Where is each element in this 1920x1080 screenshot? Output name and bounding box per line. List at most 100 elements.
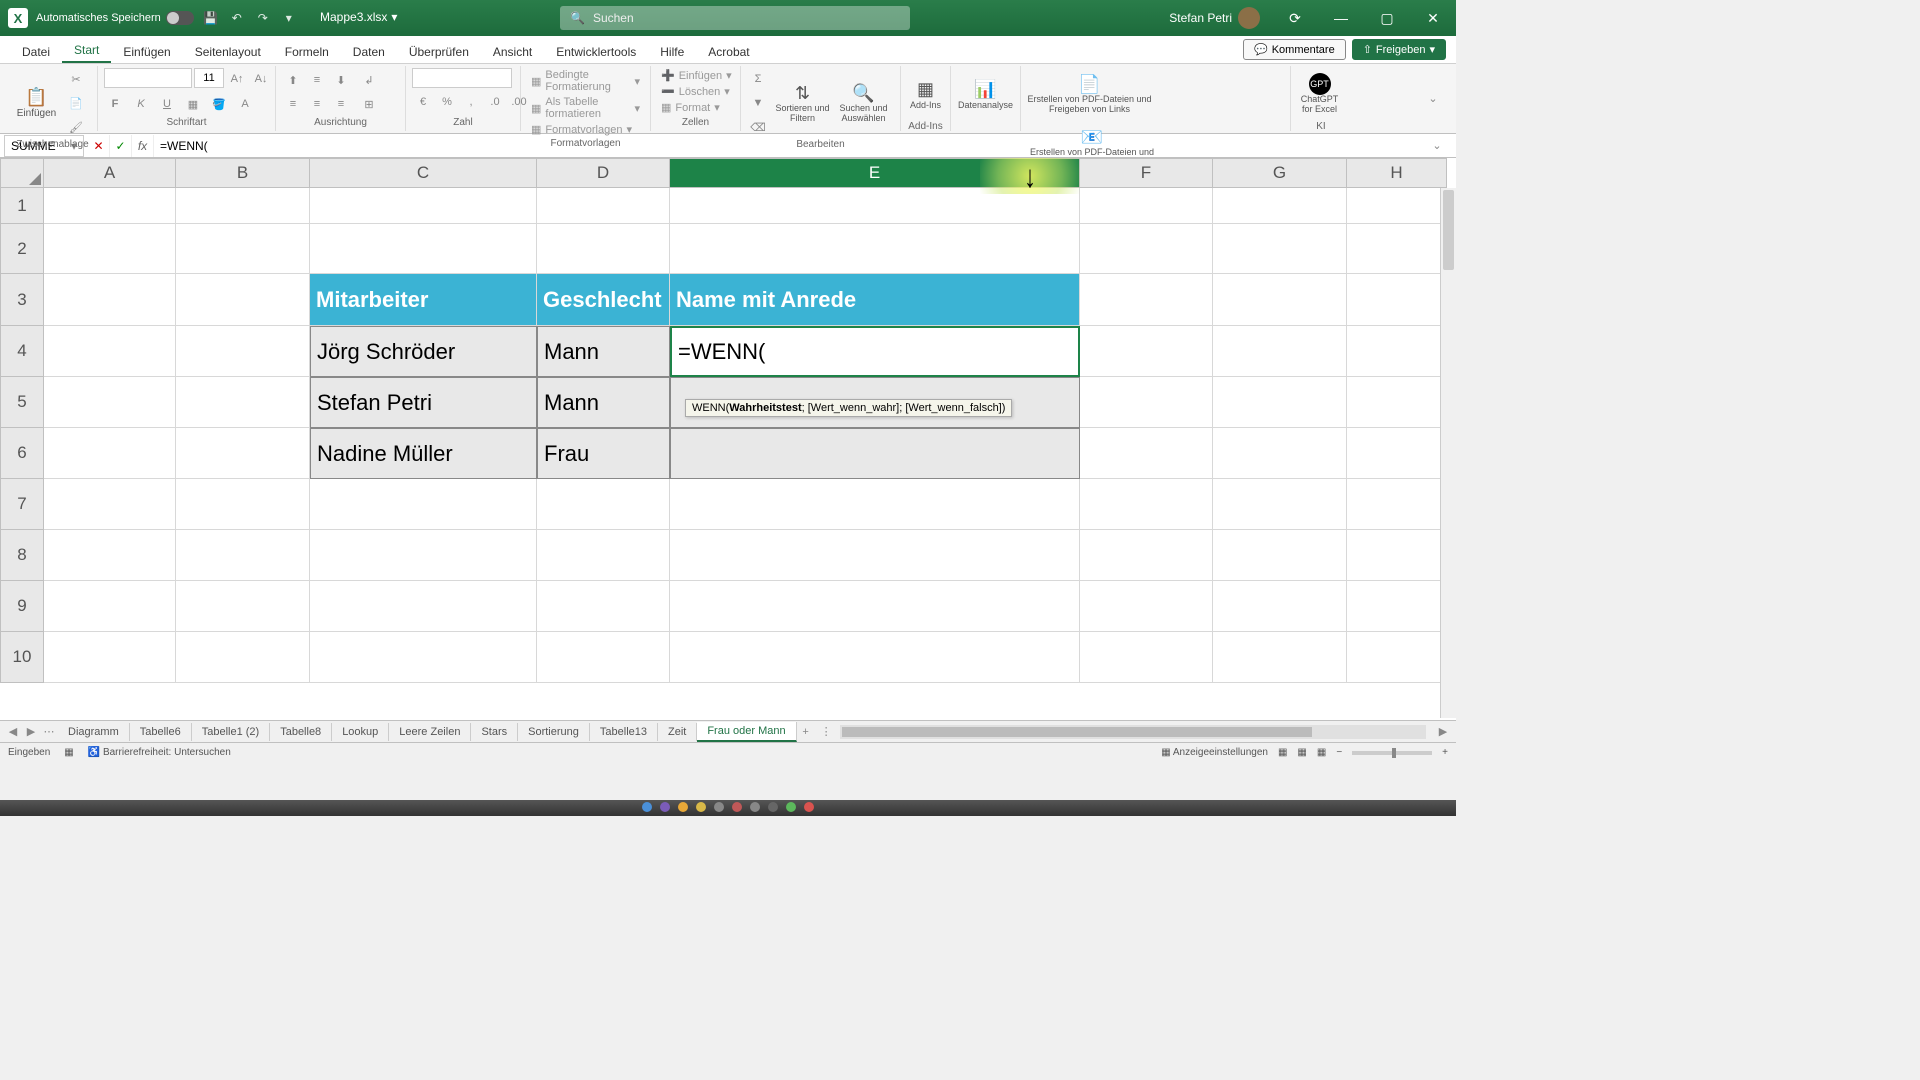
sheet-tab-active[interactable]: Frau oder Mann xyxy=(697,722,796,742)
filename-label[interactable]: Mappe3.xlsx▾ xyxy=(320,10,397,24)
qat-more-icon[interactable]: ▾ xyxy=(280,9,298,27)
addins-button[interactable]: ▦Add-Ins xyxy=(907,68,944,120)
conditional-format-button[interactable]: ▦ Bedingte Formatierung ▾ xyxy=(527,68,644,94)
tab-hilfe[interactable]: Hilfe xyxy=(648,39,696,63)
fill-color-icon[interactable]: 🪣 xyxy=(208,93,230,115)
sort-filter-button[interactable]: ⇅Sortieren und Filtern xyxy=(775,77,830,129)
row-header-7[interactable]: 7 xyxy=(0,479,44,530)
search-input[interactable]: 🔍 Suchen xyxy=(560,6,910,30)
font-size-combo[interactable] xyxy=(194,68,224,88)
sheet-tab[interactable]: Tabelle13 xyxy=(590,723,658,741)
sheet-tab[interactable]: Lookup xyxy=(332,723,389,741)
collapse-ribbon-icon[interactable]: ⌄ xyxy=(1422,88,1444,110)
cell-e4-editing[interactable]: =WENN( xyxy=(670,326,1080,377)
fx-icon[interactable]: fx xyxy=(132,135,154,157)
sheet-tab[interactable]: Leere Zeilen xyxy=(389,723,471,741)
row-header-2[interactable]: 2 xyxy=(0,224,44,274)
freigeben-button[interactable]: ⇧ Freigeben ▾ xyxy=(1352,39,1446,60)
table-header-geschlecht[interactable]: Geschlecht xyxy=(537,274,670,326)
sheet-nav-prev[interactable]: ◀ xyxy=(4,725,22,738)
row-header-5[interactable]: 5 xyxy=(0,377,44,428)
row-header-1[interactable]: 1 xyxy=(0,188,44,224)
zoom-slider[interactable] xyxy=(1352,751,1432,755)
cell-d5[interactable]: Mann xyxy=(537,377,670,428)
redo-icon[interactable]: ↷ xyxy=(254,9,272,27)
add-sheet-button[interactable]: + xyxy=(797,726,815,738)
sync-icon[interactable]: ⟳ xyxy=(1272,0,1318,36)
align-bottom-icon[interactable]: ⬇ xyxy=(330,69,352,91)
comma-icon[interactable]: , xyxy=(460,91,482,113)
cell-d4[interactable]: Mann xyxy=(537,326,670,377)
row-header-10[interactable]: 10 xyxy=(0,632,44,683)
vertical-scrollbar[interactable] xyxy=(1440,188,1456,718)
cell-d6[interactable]: Frau xyxy=(537,428,670,479)
paste-button[interactable]: 📋Einfügen xyxy=(14,77,59,129)
sheet-tab[interactable]: Tabelle6 xyxy=(130,723,192,741)
clear-icon[interactable]: ⌫ xyxy=(747,116,769,138)
underline-button[interactable]: U xyxy=(156,93,178,115)
spreadsheet-grid[interactable]: ↓ A B C D E F G H 1 2 3MitarbeiterGeschl… xyxy=(0,158,1456,720)
table-header-mitarbeiter[interactable]: Mitarbeiter xyxy=(310,274,537,326)
sheet-tab[interactable]: Sortierung xyxy=(518,723,590,741)
cell-e6[interactable] xyxy=(670,428,1080,479)
col-header-a[interactable]: A xyxy=(44,158,176,188)
number-format-combo[interactable] xyxy=(412,68,512,88)
pdf-links-button[interactable]: 📄Erstellen von PDF-Dateien und Freigeben… xyxy=(1027,68,1152,120)
sheet-tab[interactable]: Zeit xyxy=(658,723,697,741)
confirm-formula-icon[interactable]: ✓ xyxy=(110,135,132,157)
col-header-c[interactable]: C xyxy=(310,158,537,188)
cell-styles-button[interactable]: ▦ Formatvorlagen ▾ xyxy=(527,122,636,137)
row-header-8[interactable]: 8 xyxy=(0,530,44,581)
italic-button[interactable]: K xyxy=(130,93,152,115)
sheet-tab[interactable]: Tabelle1 (2) xyxy=(192,723,270,741)
tab-formeln[interactable]: Formeln xyxy=(273,39,341,63)
cut-icon[interactable]: ✂ xyxy=(65,68,87,90)
minimize-button[interactable]: — xyxy=(1318,0,1364,36)
display-settings[interactable]: ▦ Anzeigeeinstellungen xyxy=(1161,747,1268,758)
cancel-formula-icon[interactable]: ✕ xyxy=(88,135,110,157)
row-header-4[interactable]: 4 xyxy=(0,326,44,377)
decimal-inc-icon[interactable]: .0 xyxy=(484,91,506,113)
cell-c6[interactable]: Nadine Müller xyxy=(310,428,537,479)
row-header-6[interactable]: 6 xyxy=(0,428,44,479)
tab-start[interactable]: Start xyxy=(62,37,111,63)
horizontal-scrollbar[interactable] xyxy=(840,725,1426,739)
tab-datei[interactable]: Datei xyxy=(10,39,62,63)
col-header-g[interactable]: G xyxy=(1213,158,1347,188)
tab-ansicht[interactable]: Ansicht xyxy=(481,39,544,63)
col-header-d[interactable]: D xyxy=(537,158,670,188)
cell-c4[interactable]: Jörg Schröder xyxy=(310,326,537,377)
table-header-anrede[interactable]: Name mit Anrede xyxy=(670,274,1080,326)
align-left-icon[interactable]: ≡ xyxy=(282,93,304,115)
expand-formula-icon[interactable]: ⌄ xyxy=(1426,135,1448,157)
col-header-f[interactable]: F xyxy=(1080,158,1213,188)
col-header-b[interactable]: B xyxy=(176,158,310,188)
status-macro-icon[interactable]: ▦ xyxy=(64,747,73,758)
col-header-e[interactable]: E xyxy=(670,158,1080,188)
status-accessibility[interactable]: ♿ Barrierefreiheit: Untersuchen xyxy=(88,747,231,758)
align-right-icon[interactable]: ≡ xyxy=(330,93,352,115)
sheet-tab[interactable]: Tabelle8 xyxy=(270,723,332,741)
tab-acrobat[interactable]: Acrobat xyxy=(696,39,761,63)
chatgpt-button[interactable]: GPTChatGPT for Excel xyxy=(1297,68,1342,120)
tab-seitenlayout[interactable]: Seitenlayout xyxy=(183,39,273,63)
find-select-button[interactable]: 🔍Suchen und Auswählen xyxy=(836,77,891,129)
font-color-icon[interactable]: A xyxy=(234,93,256,115)
function-tooltip[interactable]: WENN(Wahrheitstest; [Wert_wenn_wahr]; [W… xyxy=(685,399,1012,417)
row-header-3[interactable]: 3 xyxy=(0,274,44,326)
scroll-right-button[interactable]: ▶ xyxy=(1434,725,1452,738)
font-grow-icon[interactable]: A↑ xyxy=(226,68,248,90)
col-header-h[interactable]: H xyxy=(1347,158,1447,188)
toggle-off-icon[interactable] xyxy=(166,11,194,25)
copy-icon[interactable]: 📄 xyxy=(65,92,87,114)
currency-icon[interactable]: € xyxy=(412,91,434,113)
tab-einfuegen[interactable]: Einfügen xyxy=(111,39,182,63)
view-normal-icon[interactable]: ▦ xyxy=(1278,747,1287,758)
font-shrink-icon[interactable]: A↓ xyxy=(250,68,272,90)
datenanalyse-button[interactable]: 📊Datenanalyse xyxy=(957,68,1014,120)
wrap-text-icon[interactable]: ↲ xyxy=(358,69,380,91)
view-pagelayout-icon[interactable]: ▦ xyxy=(1297,747,1306,758)
view-pagebreak-icon[interactable]: ▦ xyxy=(1317,747,1326,758)
sheet-nav-more[interactable]: ⋯ xyxy=(40,725,58,738)
scroll-thumb[interactable] xyxy=(1443,190,1454,270)
